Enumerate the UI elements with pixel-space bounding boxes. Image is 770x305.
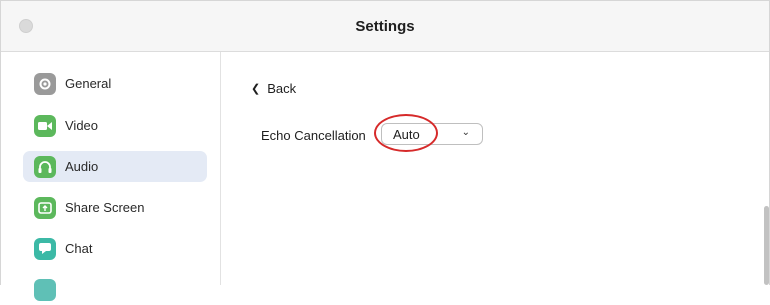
sidebar-item-general[interactable]: General <box>23 68 207 99</box>
sidebar-item-label: General <box>65 76 112 91</box>
echo-cancellation-label: Echo Cancellation <box>261 128 366 143</box>
title-bar: Settings <box>1 1 769 52</box>
echo-cancellation-select[interactable]: Auto ⌄ <box>381 123 483 145</box>
chevron-down-icon: ⌄ <box>461 127 470 138</box>
sidebar-item-share-screen[interactable]: Share Screen <box>23 192 207 223</box>
scrollbar[interactable] <box>764 206 769 285</box>
chat-bubble-icon <box>34 237 56 260</box>
headphones-icon <box>34 155 56 178</box>
sidebar-item-label: Chat <box>65 241 93 256</box>
sidebar-item-label: Audio <box>65 159 99 174</box>
echo-cancellation-value: Auto <box>393 126 420 142</box>
sidebar-item-chat[interactable]: Chat <box>23 233 207 264</box>
sidebar-item-label: Share Screen <box>65 200 145 215</box>
share-screen-icon <box>34 196 56 219</box>
gear-icon <box>34 72 56 95</box>
partial-icon <box>34 278 56 301</box>
sidebar-item-audio[interactable]: Audio <box>23 151 207 182</box>
sidebar-item-partial[interactable] <box>23 274 207 305</box>
window-title: Settings <box>355 17 415 35</box>
settings-sidebar: General Video Audio Share Screen Chat <box>1 52 221 301</box>
sidebar-item-video[interactable]: Video <box>23 110 207 141</box>
back-label: Back <box>267 80 297 96</box>
back-button[interactable]: ❮ Back <box>251 80 296 96</box>
settings-window: Settings General Video Audio Share Scree… <box>0 0 770 301</box>
video-camera-icon <box>34 114 56 137</box>
settings-main-panel: ❮ Back Echo Cancellation Auto ⌄ <box>221 52 769 285</box>
chevron-left-icon: ❮ <box>251 82 261 95</box>
sidebar-item-label: Video <box>65 118 99 133</box>
